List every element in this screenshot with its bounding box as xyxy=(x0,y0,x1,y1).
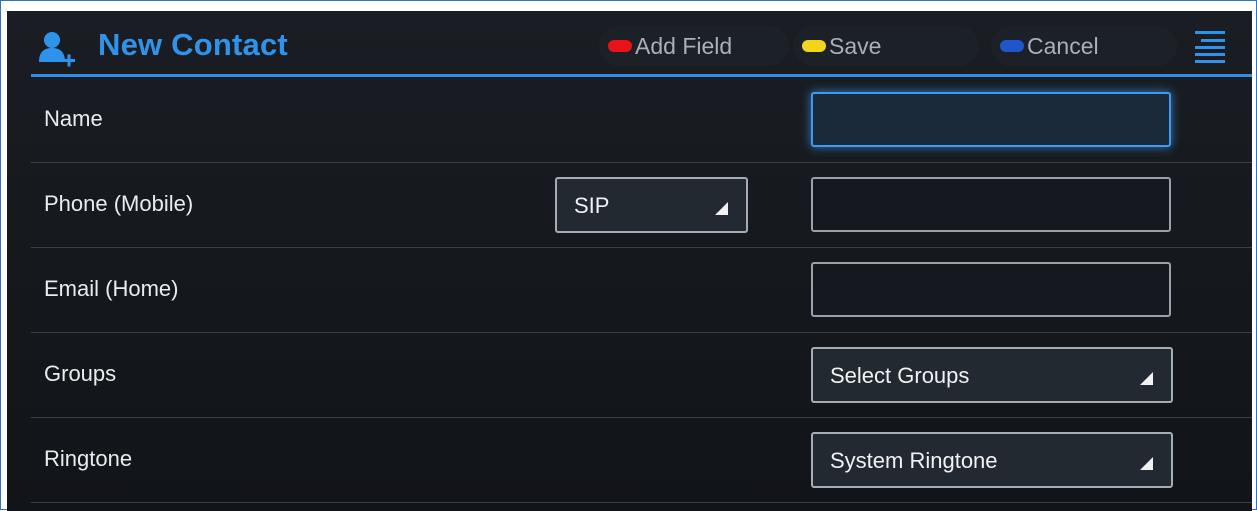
name-row: Name xyxy=(31,78,1252,163)
screenshot-frame: New Contact Add Field Save Cancel Name P… xyxy=(0,0,1257,511)
phone-label: Phone (Mobile) xyxy=(44,191,194,216)
dropdown-caret-icon xyxy=(1140,372,1153,385)
email-input[interactable] xyxy=(811,262,1171,317)
ringtone-row: Ringtone System Ringtone xyxy=(31,418,1252,503)
name-label: Name xyxy=(44,106,103,131)
phone-input[interactable] xyxy=(811,177,1171,232)
groups-label: Groups xyxy=(44,361,117,386)
row-divider xyxy=(31,502,1252,503)
cancel-label: Cancel xyxy=(1027,32,1099,59)
save-label: Save xyxy=(829,32,882,59)
header-bar: New Contact Add Field Save Cancel xyxy=(7,11,1252,75)
email-row: Email (Home) xyxy=(31,248,1252,333)
blue-key-icon xyxy=(1000,40,1024,52)
yellow-key-icon xyxy=(802,40,826,52)
ringtone-select[interactable]: System Ringtone xyxy=(811,432,1173,488)
phone-type-select[interactable]: SIP xyxy=(555,177,748,233)
email-label: Email (Home) xyxy=(44,276,179,301)
add-contact-icon xyxy=(39,32,75,67)
cancel-button[interactable]: Cancel xyxy=(991,26,1177,66)
add-field-label: Add Field xyxy=(635,32,733,59)
dropdown-caret-icon xyxy=(1140,457,1153,470)
name-input[interactable] xyxy=(811,92,1171,147)
phone-row: Phone (Mobile) SIP xyxy=(31,163,1252,248)
header-divider xyxy=(31,74,1252,77)
menu-lines-icon[interactable] xyxy=(1193,29,1225,65)
new-contact-panel: New Contact Add Field Save Cancel Name P… xyxy=(7,11,1252,511)
phone-type-value: SIP xyxy=(574,193,610,218)
dropdown-caret-icon xyxy=(715,202,728,215)
groups-select[interactable]: Select Groups xyxy=(811,347,1173,403)
red-key-icon xyxy=(608,40,632,52)
page-title: New Contact xyxy=(98,27,288,62)
ringtone-label: Ringtone xyxy=(44,446,133,471)
save-button[interactable]: Save xyxy=(793,26,979,66)
ringtone-select-value: System Ringtone xyxy=(830,448,998,473)
groups-row: Groups Select Groups xyxy=(31,333,1252,418)
add-field-button[interactable]: Add Field xyxy=(599,26,789,66)
groups-select-value: Select Groups xyxy=(830,363,970,388)
